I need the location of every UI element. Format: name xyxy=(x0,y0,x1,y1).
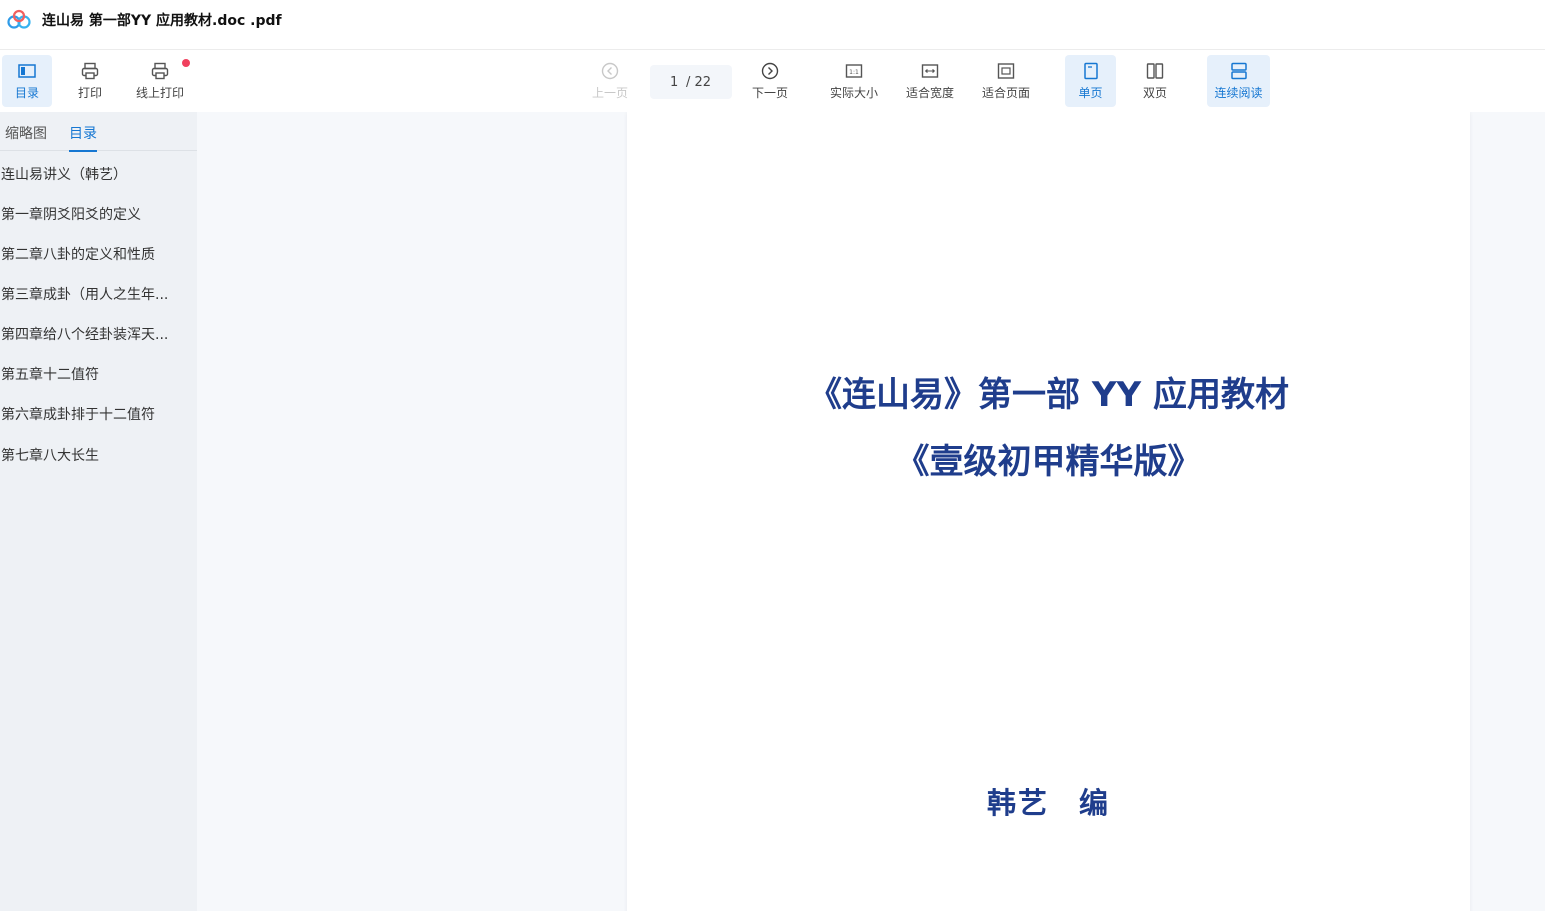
document-viewer[interactable]: 《连山易》第一部 YY 应用教材 《壹级初甲精华版》 韩艺编 xyxy=(197,112,1545,911)
chevron-right-circle-icon xyxy=(761,62,779,80)
toc-item[interactable]: 第四章给八个经卦装浑天... xyxy=(1,324,191,344)
toc-item[interactable]: 连山易讲义（韩艺） xyxy=(1,164,191,184)
double-page-icon xyxy=(1146,63,1164,79)
printer-icon xyxy=(81,62,99,80)
print-button[interactable]: 打印 xyxy=(66,55,114,107)
page-indicator[interactable]: 1 / 22 xyxy=(650,65,732,99)
tab-thumbnails[interactable]: 缩略图 xyxy=(5,123,47,143)
actual-size-button[interactable]: 1:1 实际大小 xyxy=(826,55,882,107)
actual-size-icon: 1:1 xyxy=(845,64,863,78)
total-pages: / 22 xyxy=(686,74,712,90)
svg-text:1:1: 1:1 xyxy=(849,69,859,76)
fit-page-button[interactable]: 适合页面 xyxy=(978,55,1034,107)
double-page-label: 双页 xyxy=(1142,86,1167,100)
toc-item[interactable]: 第六章成卦排于十二值符 xyxy=(1,404,191,424)
online-printer-icon xyxy=(151,62,169,80)
fit-page-label: 适合页面 xyxy=(981,86,1030,100)
online-print-button[interactable]: 线上打印 xyxy=(132,55,190,107)
author-suffix: 编 xyxy=(1079,786,1111,820)
document-page: 《连山易》第一部 YY 应用教材 《壹级初甲精华版》 韩艺编 xyxy=(627,112,1470,911)
toolbar: 目录 打印 线上打印 上一页 1 / 22 下一页 1:1 实际大小 适合宽度 … xyxy=(0,51,1545,112)
toc-item[interactable]: 第二章八卦的定义和性质 xyxy=(1,244,191,264)
next-page-button[interactable]: 下一页 xyxy=(748,55,792,107)
toc-item[interactable]: 第五章十二值符 xyxy=(1,364,191,384)
single-page-icon xyxy=(1083,62,1098,80)
title-bar: 连山易 第一部YY 应用教材.doc .pdf xyxy=(0,0,1545,50)
single-page-label: 单页 xyxy=(1078,86,1103,100)
notification-dot xyxy=(182,59,190,67)
prev-page-button[interactable]: 上一页 xyxy=(588,55,632,107)
document-title-line2: 《壹级初甲精华版》 xyxy=(895,442,1202,482)
document-author: 韩艺编 xyxy=(627,780,1470,822)
sidebar-icon xyxy=(18,64,36,78)
single-page-button[interactable]: 单页 xyxy=(1065,55,1116,107)
current-page-input[interactable]: 1 xyxy=(670,75,686,90)
actual-size-label: 实际大小 xyxy=(829,86,878,100)
toc-item[interactable]: 第一章阴爻阳爻的定义 xyxy=(1,204,191,224)
author-name: 韩艺 xyxy=(986,786,1049,820)
toc-toggle-button[interactable]: 目录 xyxy=(2,55,52,107)
continuous-scroll-icon xyxy=(1230,62,1247,80)
app-logo-icon xyxy=(7,9,31,29)
fit-width-button[interactable]: 适合宽度 xyxy=(902,55,958,107)
continuous-read-button[interactable]: 连续阅读 xyxy=(1207,55,1270,107)
sidebar-tabs: 缩略图 目录 xyxy=(0,112,197,152)
toc-item[interactable]: 第七章八大长生 xyxy=(1,445,191,465)
toc-toggle-label: 目录 xyxy=(14,86,39,100)
tab-outline[interactable]: 目录 xyxy=(69,123,97,152)
toc-item[interactable]: 第三章成卦（用人之生年... xyxy=(1,284,191,304)
continuous-read-label: 连续阅读 xyxy=(1214,86,1263,100)
window-title: 连山易 第一部YY 应用教材.doc .pdf xyxy=(42,13,282,29)
fit-width-label: 适合宽度 xyxy=(905,86,954,100)
print-label: 打印 xyxy=(77,86,102,100)
fit-width-icon xyxy=(921,64,939,78)
double-page-button[interactable]: 双页 xyxy=(1132,55,1178,107)
prev-page-label: 上一页 xyxy=(591,86,628,100)
chevron-left-circle-icon xyxy=(601,62,619,80)
document-title-line1: 《连山易》第一部 YY 应用教材 xyxy=(808,375,1289,415)
fit-page-icon xyxy=(997,63,1015,79)
outline-sidebar: 缩略图 目录 连山易讲义（韩艺） 第一章阴爻阳爻的定义 第二章八卦的定义和性质 … xyxy=(0,112,197,911)
next-page-label: 下一页 xyxy=(751,86,788,100)
online-print-label: 线上打印 xyxy=(135,86,184,100)
